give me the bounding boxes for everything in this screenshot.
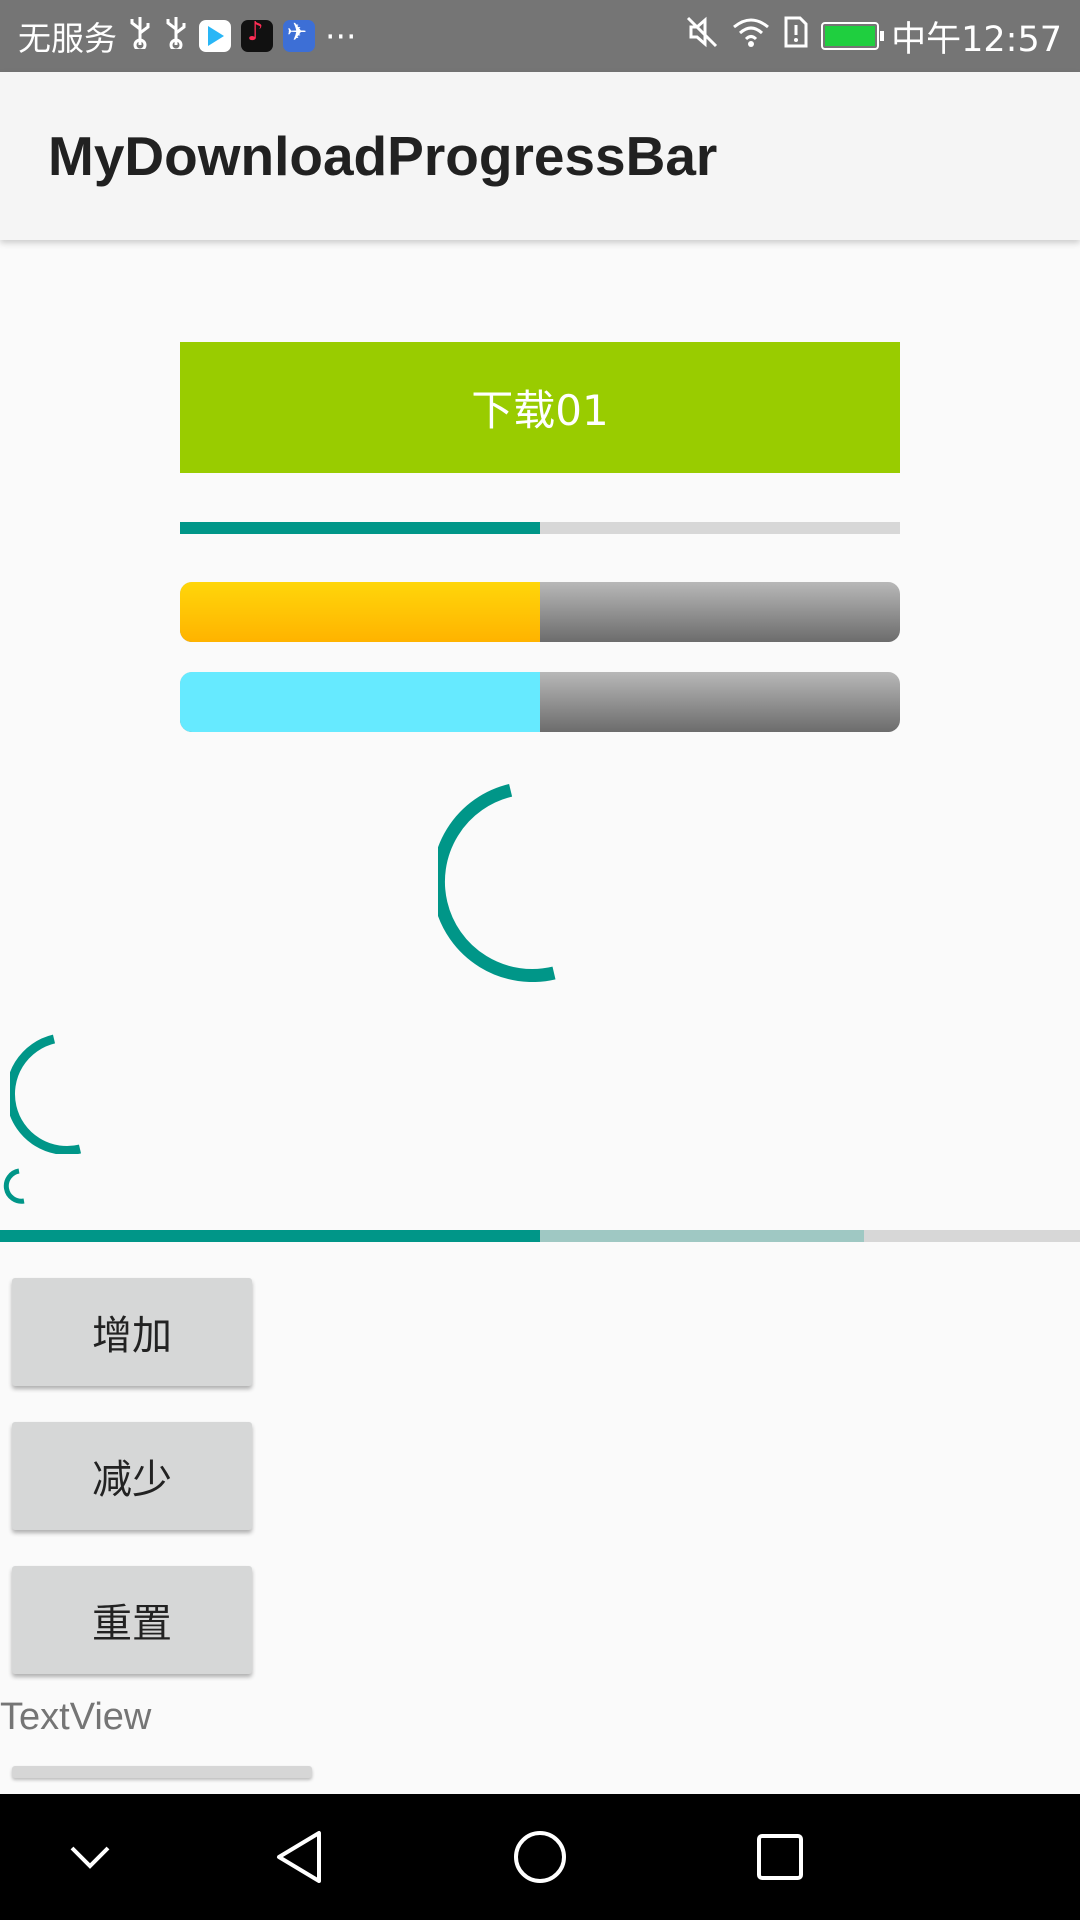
home-icon[interactable] — [480, 1794, 600, 1920]
usb-icon — [127, 15, 153, 57]
seek-bar[interactable] — [12, 1766, 312, 1778]
medium-loading-spinner — [10, 1034, 82, 1154]
status-bar-left: 无服务 ··· — [18, 0, 356, 72]
add-button[interactable]: 增加 — [12, 1278, 252, 1386]
wifi-icon — [731, 15, 771, 58]
status-bar-right: 中午12:57 — [685, 0, 1062, 72]
recents-icon[interactable] — [720, 1794, 840, 1920]
video-app-icon — [199, 20, 231, 52]
battery-charging-icon — [821, 22, 885, 50]
tiktok-app-icon — [241, 17, 273, 52]
status-time: 中午12:57 — [891, 19, 1062, 60]
mute-icon — [685, 15, 719, 58]
bird-app-icon — [283, 18, 315, 52]
reset-button[interactable]: 重置 — [12, 1566, 252, 1674]
yellow-progress-fill — [180, 582, 540, 642]
app-title: MyDownloadProgressBar — [48, 125, 718, 187]
more-notifications-icon: ··· — [325, 16, 357, 56]
sim-alert-icon — [783, 15, 809, 58]
thin-progress-bar — [180, 522, 900, 534]
chevron-down-icon[interactable] — [30, 1794, 150, 1920]
app-bar: MyDownloadProgressBar — [0, 72, 1080, 240]
small-loading-spinner — [3, 1168, 25, 1204]
cyan-progress-fill — [180, 672, 540, 732]
wide-progress-bar — [0, 1230, 1080, 1242]
yellow-progress-bar — [180, 582, 900, 642]
wide-progress-primary-fill — [0, 1230, 540, 1242]
usb-icon — [163, 15, 189, 57]
download-button[interactable]: 下载01 — [180, 342, 900, 473]
cyan-progress-bar — [180, 672, 900, 732]
thin-progress-fill — [180, 522, 540, 534]
subtract-button[interactable]: 减少 — [12, 1422, 252, 1530]
text-view: TextView — [0, 1696, 152, 1738]
navigation-bar — [0, 1794, 1080, 1920]
carrier-text: 无服务 — [18, 19, 117, 58]
status-bar: 无服务 ··· 中午12:57 — [0, 0, 1080, 72]
back-icon[interactable] — [240, 1794, 360, 1920]
large-loading-spinner — [438, 783, 556, 982]
